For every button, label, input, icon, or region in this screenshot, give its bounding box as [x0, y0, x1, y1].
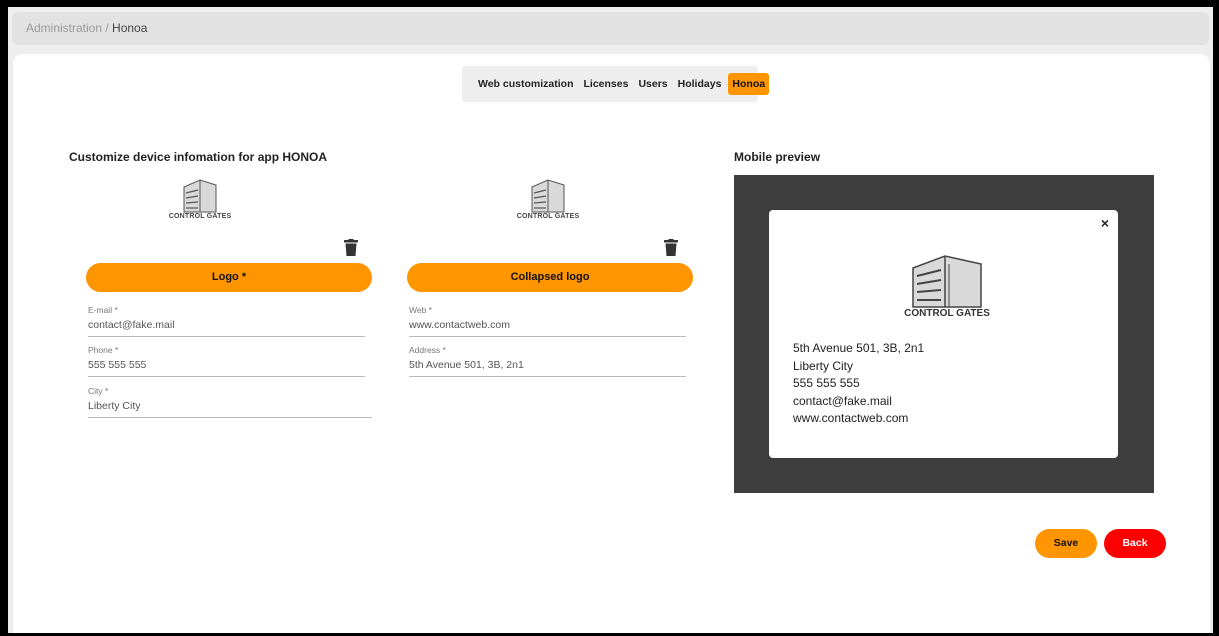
address-input[interactable]: 5th Avenue 501, 3B, 2n1 [409, 355, 686, 377]
city-field[interactable]: City * Liberty City [88, 386, 372, 418]
collapsed-logo-preview: CONTROL GATES [503, 179, 593, 220]
preview-web: www.contactweb.com [793, 411, 909, 425]
web-field[interactable]: Web * www.contactweb.com [409, 305, 686, 337]
preview-title: Mobile preview [734, 150, 821, 164]
preview-dialog: × CONTROL GATES 5th Avenue 501, 3B, 2n1 [769, 210, 1118, 458]
logo-upload-button[interactable]: Logo * [86, 263, 372, 292]
logo-preview: CONTROL GATES [155, 179, 245, 220]
save-button[interactable]: Save [1035, 529, 1097, 558]
web-label: Web * [409, 305, 432, 315]
building-icon [912, 255, 982, 308]
preview-city: Liberty City [793, 358, 854, 373]
preview-email: contact@fake.mail [793, 393, 892, 408]
form-title: Customize device infomation for app HONO… [69, 150, 328, 164]
breadcrumb-separator: / [102, 21, 113, 35]
breadcrumb-current: Honoa [112, 21, 148, 35]
collapsed-logo-caption: CONTROL GATES [516, 213, 580, 220]
tab-licenses[interactable]: Licenses [578, 73, 633, 95]
main-card: Web customization Licenses Users Holiday… [13, 54, 1210, 633]
phone-input[interactable]: 555 555 555 [88, 355, 365, 377]
back-button[interactable]: Back [1104, 529, 1166, 558]
web-input[interactable]: www.contactweb.com [409, 315, 686, 337]
email-input[interactable]: contact@fake.mail [88, 315, 365, 337]
logo-caption: CONTROL GATES [168, 213, 232, 220]
preview-logo-caption: CONTROL GATES [904, 308, 990, 319]
preview-phone: 555 555 555 [793, 376, 860, 390]
preview-address: 5th Avenue 501, 3B, 2n1 [793, 341, 925, 355]
tab-bar: Web customization Licenses Users Holiday… [462, 66, 770, 102]
tab-holidays[interactable]: Holidays [673, 73, 727, 95]
tab-users[interactable]: Users [633, 73, 672, 95]
preview-logo: CONTROL GATES [897, 254, 997, 319]
city-input[interactable]: Liberty City [88, 396, 372, 418]
app-frame: Administration / Honoa Web customization… [8, 7, 1213, 633]
collapsed-logo-upload-button[interactable]: Collapsed logo [407, 263, 693, 292]
breadcrumb-parent[interactable]: Administration [26, 21, 102, 35]
address-field[interactable]: Address * 5th Avenue 501, 3B, 2n1 [409, 345, 686, 377]
building-icon [531, 179, 565, 213]
address-label: Address * [409, 345, 446, 355]
delete-collapsed-logo-icon[interactable] [664, 239, 678, 256]
building-icon [183, 179, 217, 213]
preview-contact-info: 5th Avenue 501, 3B, 2n1 Liberty City 555… [793, 340, 924, 428]
tab-web-customization[interactable]: Web customization [473, 73, 578, 95]
city-label: City * [88, 386, 109, 396]
phone-field[interactable]: Phone * 555 555 555 [88, 345, 365, 377]
phone-label: Phone * [88, 345, 119, 355]
breadcrumb: Administration / Honoa [12, 12, 1209, 45]
tab-honoa[interactable]: Honoa [728, 73, 770, 95]
email-field[interactable]: E-mail * contact@fake.mail [88, 305, 365, 337]
mobile-preview: × CONTROL GATES 5th Avenue 501, 3B, 2n1 [734, 175, 1154, 493]
close-icon[interactable]: × [1101, 215, 1109, 231]
delete-logo-icon[interactable] [344, 239, 358, 256]
email-label: E-mail * [88, 305, 118, 315]
